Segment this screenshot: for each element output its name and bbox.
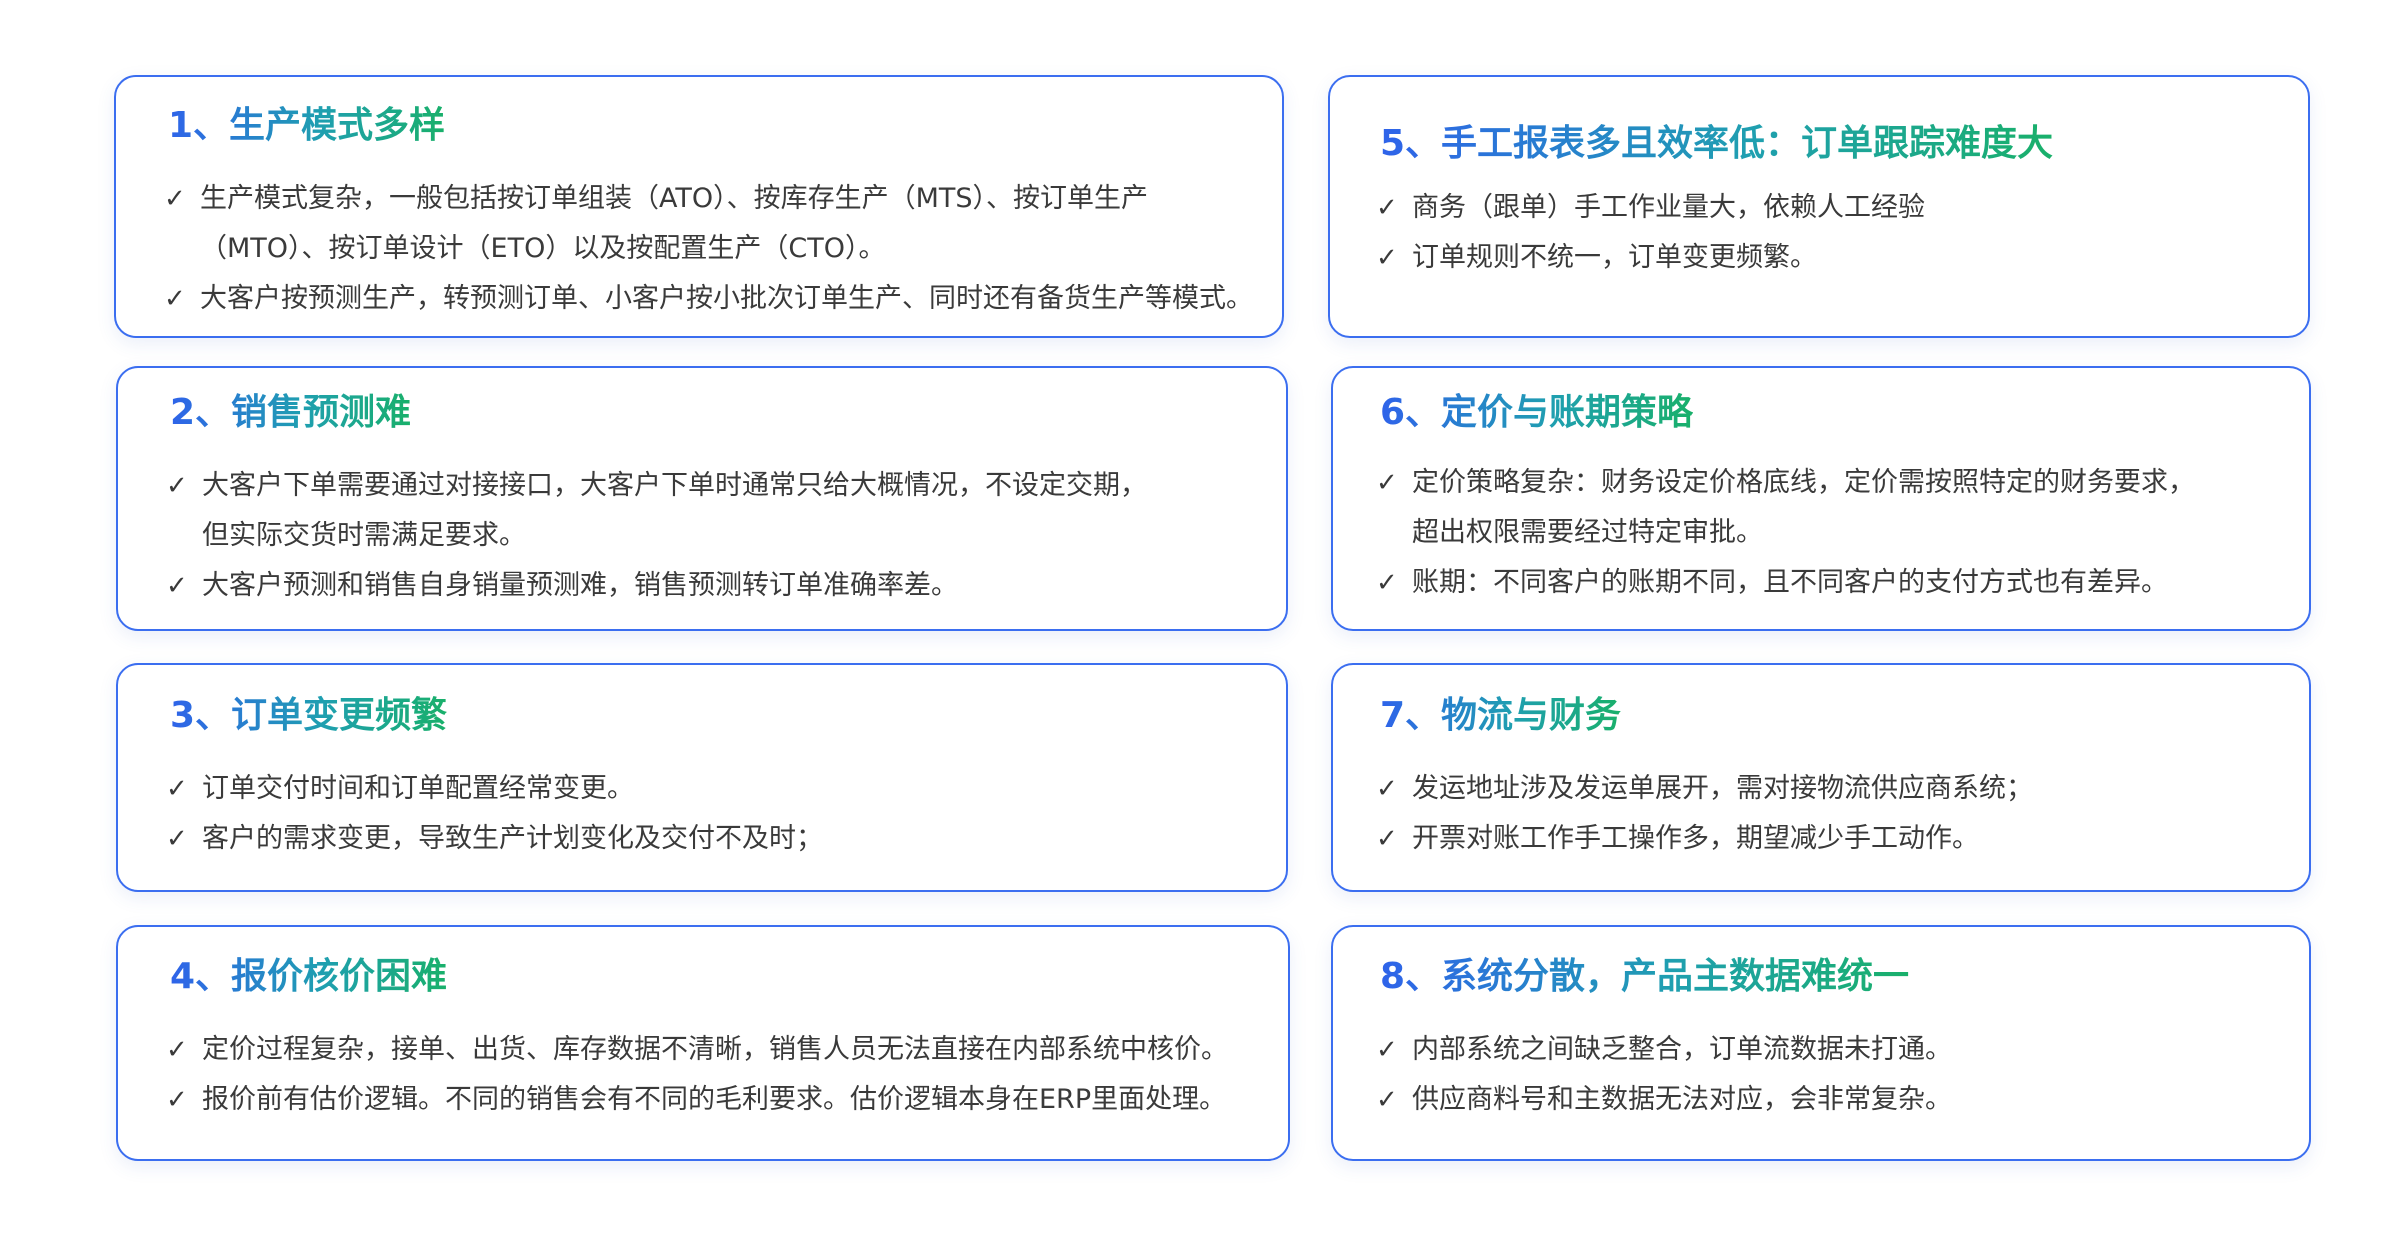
check-icon: ✓ (166, 824, 188, 854)
card-6: 6、定价与账期策略 ✓ 定价策略复杂：财务设定价格底线，定价需按照特定的财务要求… (1331, 366, 2311, 631)
list-item: ✓ 大客户按预测生产，转预测订单、小客户按小批次订单生产、同时还有备货生产等模式… (164, 274, 1262, 324)
item-text: 报价前有估价逻辑。不同的销售会有不同的毛利要求。估价逻辑本身在ERP里面处理。 (202, 1084, 1227, 1115)
item-text: 客户的需求变更，导致生产计划变化及交付不及时； (202, 823, 823, 854)
list-item: ✓ 定价策略复杂：财务设定价格底线，定价需按照特定的财务要求， 超出权限需要经过… (1376, 458, 2289, 558)
card-items: ✓ 大客户下单需要通过对接接口，大客户下单时通常只给大概情况，不设定交期， 但实… (166, 461, 1266, 611)
item-text: 定价策略复杂：财务设定价格底线，定价需按照特定的财务要求， (1412, 467, 2195, 498)
list-item: ✓ 开票对账工作手工操作多，期望减少手工动作。 (1376, 814, 2289, 864)
check-icon: ✓ (166, 1035, 188, 1065)
check-icon: ✓ (164, 184, 186, 214)
item-text: 内部系统之间缺乏整合，订单流数据未打通。 (1412, 1034, 1952, 1065)
card-title: 5、手工报表多且效率低：订单跟踪难度大 (1380, 119, 2053, 169)
list-item: ✓ 发运地址涉及发运单展开，需对接物流供应商系统； (1376, 764, 2289, 814)
list-item: ✓ 订单规则不统一，订单变更频繁。 (1376, 233, 2288, 283)
card-2: 2、销售预测难 ✓ 大客户下单需要通过对接接口，大客户下单时通常只给大概情况，不… (116, 366, 1288, 631)
card-5: 5、手工报表多且效率低：订单跟踪难度大 ✓ 商务（跟单）手工作业量大，依赖人工经… (1328, 75, 2310, 338)
check-icon: ✓ (164, 284, 186, 314)
item-text: 定价过程复杂，接单、出货、库存数据不清晰，销售人员无法直接在内部系统中核价。 (202, 1034, 1228, 1065)
list-item: ✓ 账期：不同客户的账期不同，且不同客户的支付方式也有差异。 (1376, 558, 2289, 608)
card-items: ✓ 内部系统之间缺乏整合，订单流数据未打通。 ✓ 供应商料号和主数据无法对应，会… (1376, 1025, 2289, 1125)
item-text-continued: 但实际交货时需满足要求。 (202, 520, 526, 551)
list-item: ✓ 生产模式复杂，一般包括按订单组装（ATO）、按库存生产（MTS）、按订单生产… (164, 174, 1262, 274)
list-item: ✓ 大客户下单需要通过对接接口，大客户下单时通常只给大概情况，不设定交期， 但实… (166, 461, 1266, 561)
item-text: 开票对账工作手工操作多，期望减少手工动作。 (1412, 823, 1979, 854)
check-icon: ✓ (1376, 1035, 1398, 1065)
card-title: 3、订单变更频繁 (170, 691, 447, 741)
item-text: 商务（跟单）手工作业量大，依赖人工经验 (1412, 192, 1925, 223)
item-text-continued: 超出权限需要经过特定审批。 (1412, 517, 1763, 548)
card-title: 7、物流与财务 (1380, 691, 1621, 741)
list-item: ✓ 报价前有估价逻辑。不同的销售会有不同的毛利要求。估价逻辑本身在ERP里面处理… (166, 1075, 1268, 1125)
card-4: 4、报价核价困难 ✓ 定价过程复杂，接单、出货、库存数据不清晰，销售人员无法直接… (116, 925, 1290, 1161)
item-text: 生产模式复杂，一般包括按订单组装（ATO）、按库存生产（MTS）、按订单生产 (200, 183, 1149, 214)
check-icon: ✓ (1376, 468, 1398, 498)
check-icon: ✓ (1376, 824, 1398, 854)
card-items: ✓ 商务（跟单）手工作业量大，依赖人工经验 ✓ 订单规则不统一，订单变更频繁。 (1376, 183, 2288, 283)
check-icon: ✓ (166, 571, 188, 601)
check-icon: ✓ (1376, 243, 1398, 273)
item-text: 账期：不同客户的账期不同，且不同客户的支付方式也有差异。 (1412, 567, 2168, 598)
card-items: ✓ 订单交付时间和订单配置经常变更。 ✓ 客户的需求变更，导致生产计划变化及交付… (166, 764, 1266, 864)
check-icon: ✓ (1376, 568, 1398, 598)
card-items: ✓ 生产模式复杂，一般包括按订单组装（ATO）、按库存生产（MTS）、按订单生产… (164, 174, 1262, 324)
check-icon: ✓ (166, 774, 188, 804)
list-item: ✓ 定价过程复杂，接单、出货、库存数据不清晰，销售人员无法直接在内部系统中核价。 (166, 1025, 1268, 1075)
item-text: 订单规则不统一，订单变更频繁。 (1412, 242, 1817, 273)
card-title: 1、生产模式多样 (168, 101, 445, 151)
list-item: ✓ 内部系统之间缺乏整合，订单流数据未打通。 (1376, 1025, 2289, 1075)
card-7: 7、物流与财务 ✓ 发运地址涉及发运单展开，需对接物流供应商系统； ✓ 开票对账… (1331, 663, 2311, 892)
card-8: 8、系统分散，产品主数据难统一 ✓ 内部系统之间缺乏整合，订单流数据未打通。 ✓… (1331, 925, 2311, 1161)
item-text: 大客户下单需要通过对接接口，大客户下单时通常只给大概情况，不设定交期， (202, 470, 1147, 501)
item-text: 发运地址涉及发运单展开，需对接物流供应商系统； (1412, 773, 2033, 804)
card-1: 1、生产模式多样 ✓ 生产模式复杂，一般包括按订单组装（ATO）、按库存生产（M… (114, 75, 1284, 338)
card-title: 6、定价与账期策略 (1380, 388, 1693, 438)
check-icon: ✓ (1376, 774, 1398, 804)
list-item: ✓ 供应商料号和主数据无法对应，会非常复杂。 (1376, 1075, 2289, 1125)
list-item: ✓ 大客户预测和销售自身销量预测难，销售预测转订单准确率差。 (166, 561, 1266, 611)
card-items: ✓ 发运地址涉及发运单展开，需对接物流供应商系统； ✓ 开票对账工作手工操作多，… (1376, 764, 2289, 864)
check-icon: ✓ (1376, 1085, 1398, 1115)
card-title: 2、销售预测难 (170, 388, 411, 438)
item-text: 大客户按预测生产，转预测订单、小客户按小批次订单生产、同时还有备货生产等模式。 (200, 283, 1253, 314)
check-icon: ✓ (166, 471, 188, 501)
item-text: 供应商料号和主数据无法对应，会非常复杂。 (1412, 1084, 1952, 1115)
item-text: 大客户预测和销售自身销量预测难，销售预测转订单准确率差。 (202, 570, 958, 601)
check-icon: ✓ (1376, 193, 1398, 223)
list-item: ✓ 商务（跟单）手工作业量大，依赖人工经验 (1376, 183, 2288, 233)
card-title: 4、报价核价困难 (170, 952, 447, 1002)
list-item: ✓ 客户的需求变更，导致生产计划变化及交付不及时； (166, 814, 1266, 864)
check-icon: ✓ (166, 1085, 188, 1115)
card-items: ✓ 定价过程复杂，接单、出货、库存数据不清晰，销售人员无法直接在内部系统中核价。… (166, 1025, 1268, 1125)
item-text-continued: （MTO）、按订单设计（ETO）以及按配置生产（CTO）。 (200, 233, 886, 264)
card-title: 8、系统分散，产品主数据难统一 (1380, 952, 1909, 1002)
item-text: 订单交付时间和订单配置经常变更。 (202, 773, 634, 804)
card-items: ✓ 定价策略复杂：财务设定价格底线，定价需按照特定的财务要求， 超出权限需要经过… (1376, 458, 2289, 608)
card-3: 3、订单变更频繁 ✓ 订单交付时间和订单配置经常变更。 ✓ 客户的需求变更，导致… (116, 663, 1288, 892)
list-item: ✓ 订单交付时间和订单配置经常变更。 (166, 764, 1266, 814)
